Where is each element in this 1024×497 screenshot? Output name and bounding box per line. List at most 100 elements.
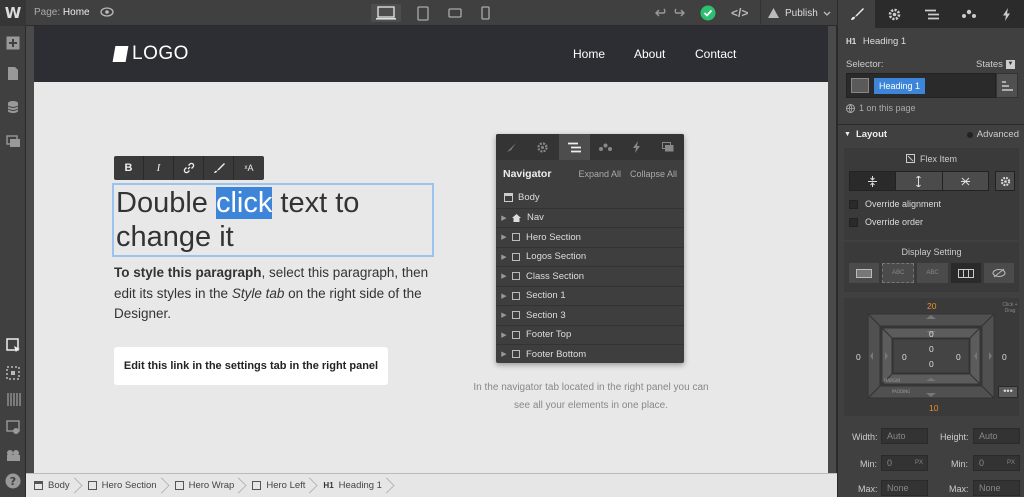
shrink-button[interactable]: [850, 172, 897, 190]
selector-options-button[interactable]: [996, 73, 1018, 98]
padding-top-value[interactable]: 0: [929, 329, 934, 339]
more-options-button[interactable]: •••: [998, 386, 1018, 398]
italic-button[interactable]: I: [144, 156, 174, 180]
page-prefix: Page:: [34, 7, 61, 18]
publish-button[interactable]: Publish: [760, 0, 835, 26]
clear-format-button[interactable]: ˣA: [234, 156, 264, 180]
expand-arrow-icon: ▶: [501, 273, 507, 281]
tab-settings[interactable]: [875, 0, 912, 28]
dashed-select-icon[interactable]: [4, 364, 22, 382]
breadcrumb-item-body[interactable]: Body: [26, 474, 80, 497]
override-alignment-option[interactable]: Override alignment: [849, 199, 941, 209]
padding-right-value[interactable]: 0: [956, 352, 961, 362]
preview-frame-icon[interactable]: [4, 418, 22, 436]
breadcrumb-item-hero-section[interactable]: Hero Section: [80, 474, 167, 497]
display-none-button[interactable]: [983, 263, 1015, 283]
box-icon: [87, 481, 97, 490]
states-dropdown[interactable]: States ▼: [976, 59, 1015, 70]
mobile-portrait-view-icon[interactable]: [470, 4, 500, 22]
selector-field[interactable]: Heading 1: [846, 73, 996, 98]
max-width-input[interactable]: None: [881, 480, 928, 496]
min-width-input[interactable]: 0 PX: [881, 455, 928, 471]
link-button[interactable]: [174, 156, 204, 180]
width-input[interactable]: Auto: [881, 428, 928, 444]
display-inline-button[interactable]: ABC: [917, 263, 948, 283]
layout-section-header[interactable]: ▼ Layout Advanced: [838, 124, 1024, 144]
spacing-box-model[interactable]: MARGIN PADDING 20 10 0 0 0 0 0 0 0 Click…: [844, 298, 1019, 416]
on-page-count[interactable]: 1 on this page: [846, 103, 916, 113]
help-icon[interactable]: ?: [4, 472, 22, 490]
brush-icon: [496, 134, 527, 160]
padding-center-bottom-value[interactable]: 0: [929, 359, 934, 369]
navigator-row: ▶ Hero Section: [496, 227, 684, 247]
video-tutorials-icon[interactable]: [4, 446, 22, 464]
cms-database-icon[interactable]: [4, 98, 22, 116]
max-height-input[interactable]: None: [973, 480, 1020, 496]
desktop-view-icon[interactable]: [371, 4, 401, 22]
mobile-landscape-view-icon[interactable]: [440, 4, 470, 22]
no-shrink-button[interactable]: [942, 172, 988, 190]
box-icon: [174, 481, 184, 490]
grow-button[interactable]: [896, 172, 943, 190]
page-selector[interactable]: Page: Home: [34, 7, 90, 18]
override-order-option[interactable]: Override order: [849, 217, 923, 227]
hero-link-button[interactable]: Edit this link in the settings tab in th…: [114, 347, 388, 385]
display-block-button[interactable]: [849, 263, 880, 283]
margin-left-value[interactable]: 0: [856, 352, 861, 362]
display-flex-button[interactable]: [950, 263, 981, 283]
padding-center-top-value[interactable]: 0: [929, 344, 934, 354]
preview-eye-icon[interactable]: [100, 6, 114, 18]
assets-icon[interactable]: [4, 132, 22, 150]
guides-icon[interactable]: [4, 390, 22, 408]
breadcrumb-item-hero-left[interactable]: Hero Left: [244, 474, 315, 497]
override-alignment-checkbox[interactable]: [849, 199, 858, 209]
selector-chip[interactable]: Heading 1: [874, 77, 926, 94]
tab-interactions[interactable]: [988, 0, 1024, 28]
nav-link-about[interactable]: About: [634, 47, 665, 61]
navigator-caption[interactable]: In the navigator tab located in the righ…: [454, 379, 728, 415]
pages-icon[interactable]: [4, 64, 22, 82]
min-height-input[interactable]: 0 PX: [973, 455, 1020, 471]
height-input[interactable]: Auto: [973, 428, 1020, 444]
breadcrumb-item-hero-wrap[interactable]: Hero Wrap: [167, 474, 245, 497]
site-navbar[interactable]: LOGO Home About Contact: [34, 26, 828, 82]
symbols-icon: [961, 9, 976, 18]
advanced-toggle[interactable]: Advanced: [966, 129, 1019, 140]
tablet-view-icon[interactable]: [408, 4, 438, 22]
nav-link-contact[interactable]: Contact: [695, 47, 736, 61]
add-element-icon[interactable]: [4, 34, 22, 52]
expand-arrow-icon: ▶: [501, 253, 507, 261]
bold-button[interactable]: B: [114, 156, 144, 180]
navigator-row: ▶ Section 3: [496, 305, 684, 325]
breadcrumb-item-heading-1[interactable]: H1 Heading 1: [315, 474, 392, 497]
webflow-logo[interactable]: W: [0, 0, 26, 26]
margin-top-value[interactable]: 20: [927, 301, 936, 311]
tab-symbols[interactable]: [950, 0, 987, 28]
left-toolbar: ?: [0, 26, 26, 497]
undo-icon[interactable]: [655, 7, 668, 19]
tab-navigator[interactable]: [913, 0, 950, 28]
tab-style[interactable]: [838, 0, 876, 28]
selector-swatch: [851, 78, 869, 93]
page-name: Home: [62, 7, 90, 18]
flex-settings-button[interactable]: [995, 171, 1015, 191]
display-inline-block-button[interactable]: ABC: [882, 263, 915, 283]
margin-bottom-value[interactable]: 10: [929, 403, 938, 413]
select-tool-icon[interactable]: [4, 336, 22, 354]
nav-link-home[interactable]: Home: [573, 47, 605, 61]
navigator-row-label: Hero Section: [526, 231, 581, 243]
style-brush-button[interactable]: [204, 156, 234, 180]
code-export-button[interactable]: </>: [731, 6, 748, 20]
margin-right-value[interactable]: 0: [1002, 352, 1007, 362]
override-order-checkbox[interactable]: [849, 217, 858, 227]
hero-heading[interactable]: Double click text to change it: [112, 183, 434, 257]
publish-icon: [767, 7, 780, 19]
redo-icon[interactable]: [672, 7, 685, 19]
navigator-icon: [924, 9, 939, 19]
globe-icon: [846, 103, 855, 113]
navigator-icon: [558, 134, 590, 160]
gear-icon: [1000, 176, 1010, 186]
padding-left-value[interactable]: 0: [902, 352, 907, 362]
hero-paragraph[interactable]: To style this paragraph, select this par…: [114, 263, 444, 325]
site-logo[interactable]: LOGO: [112, 43, 189, 65]
